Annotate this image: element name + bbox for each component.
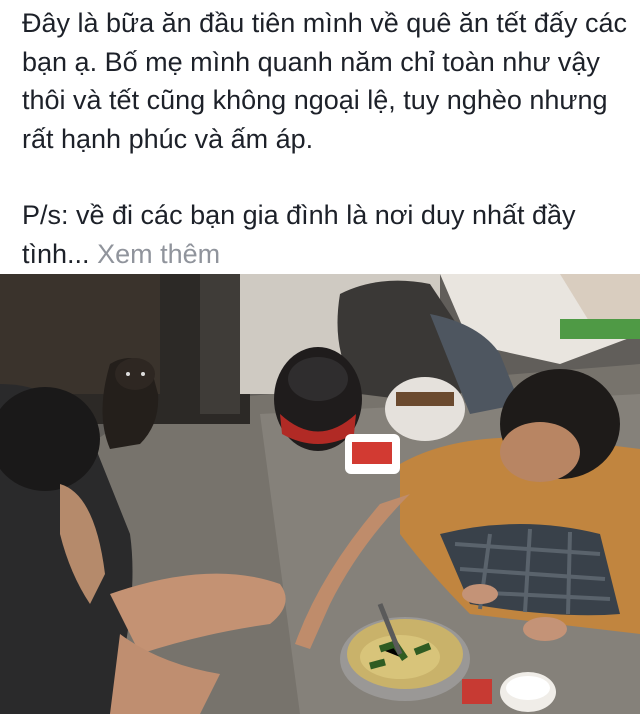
post-text: Đây là bữa ăn đầu tiên mình về quê ăn tế… (22, 4, 632, 273)
post-paragraph-1: Đây là bữa ăn đầu tiên mình về quê ăn tế… (22, 8, 627, 154)
post-photo[interactable] (0, 274, 640, 714)
photo-illustration (0, 274, 640, 714)
post-paragraph-2: P/s: về đi các bạn gia đình là nơi duy n… (22, 196, 632, 273)
see-more-link[interactable]: Xem thêm (97, 239, 220, 269)
